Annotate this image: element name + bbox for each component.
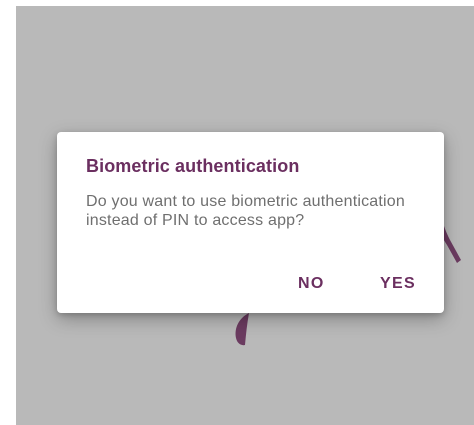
left-edge: [0, 0, 16, 425]
leaf-icon: [235, 313, 249, 346]
screen: Biometric authentication Do you want to …: [0, 0, 474, 425]
dialog-message: Do you want to use biometric authenticat…: [86, 193, 405, 229]
yes-button[interactable]: YES: [374, 270, 422, 298]
no-button[interactable]: NO: [292, 270, 331, 298]
dialog-title: Biometric authentication: [86, 156, 300, 176]
biometric-dialog: Biometric authentication Do you want to …: [57, 132, 444, 313]
